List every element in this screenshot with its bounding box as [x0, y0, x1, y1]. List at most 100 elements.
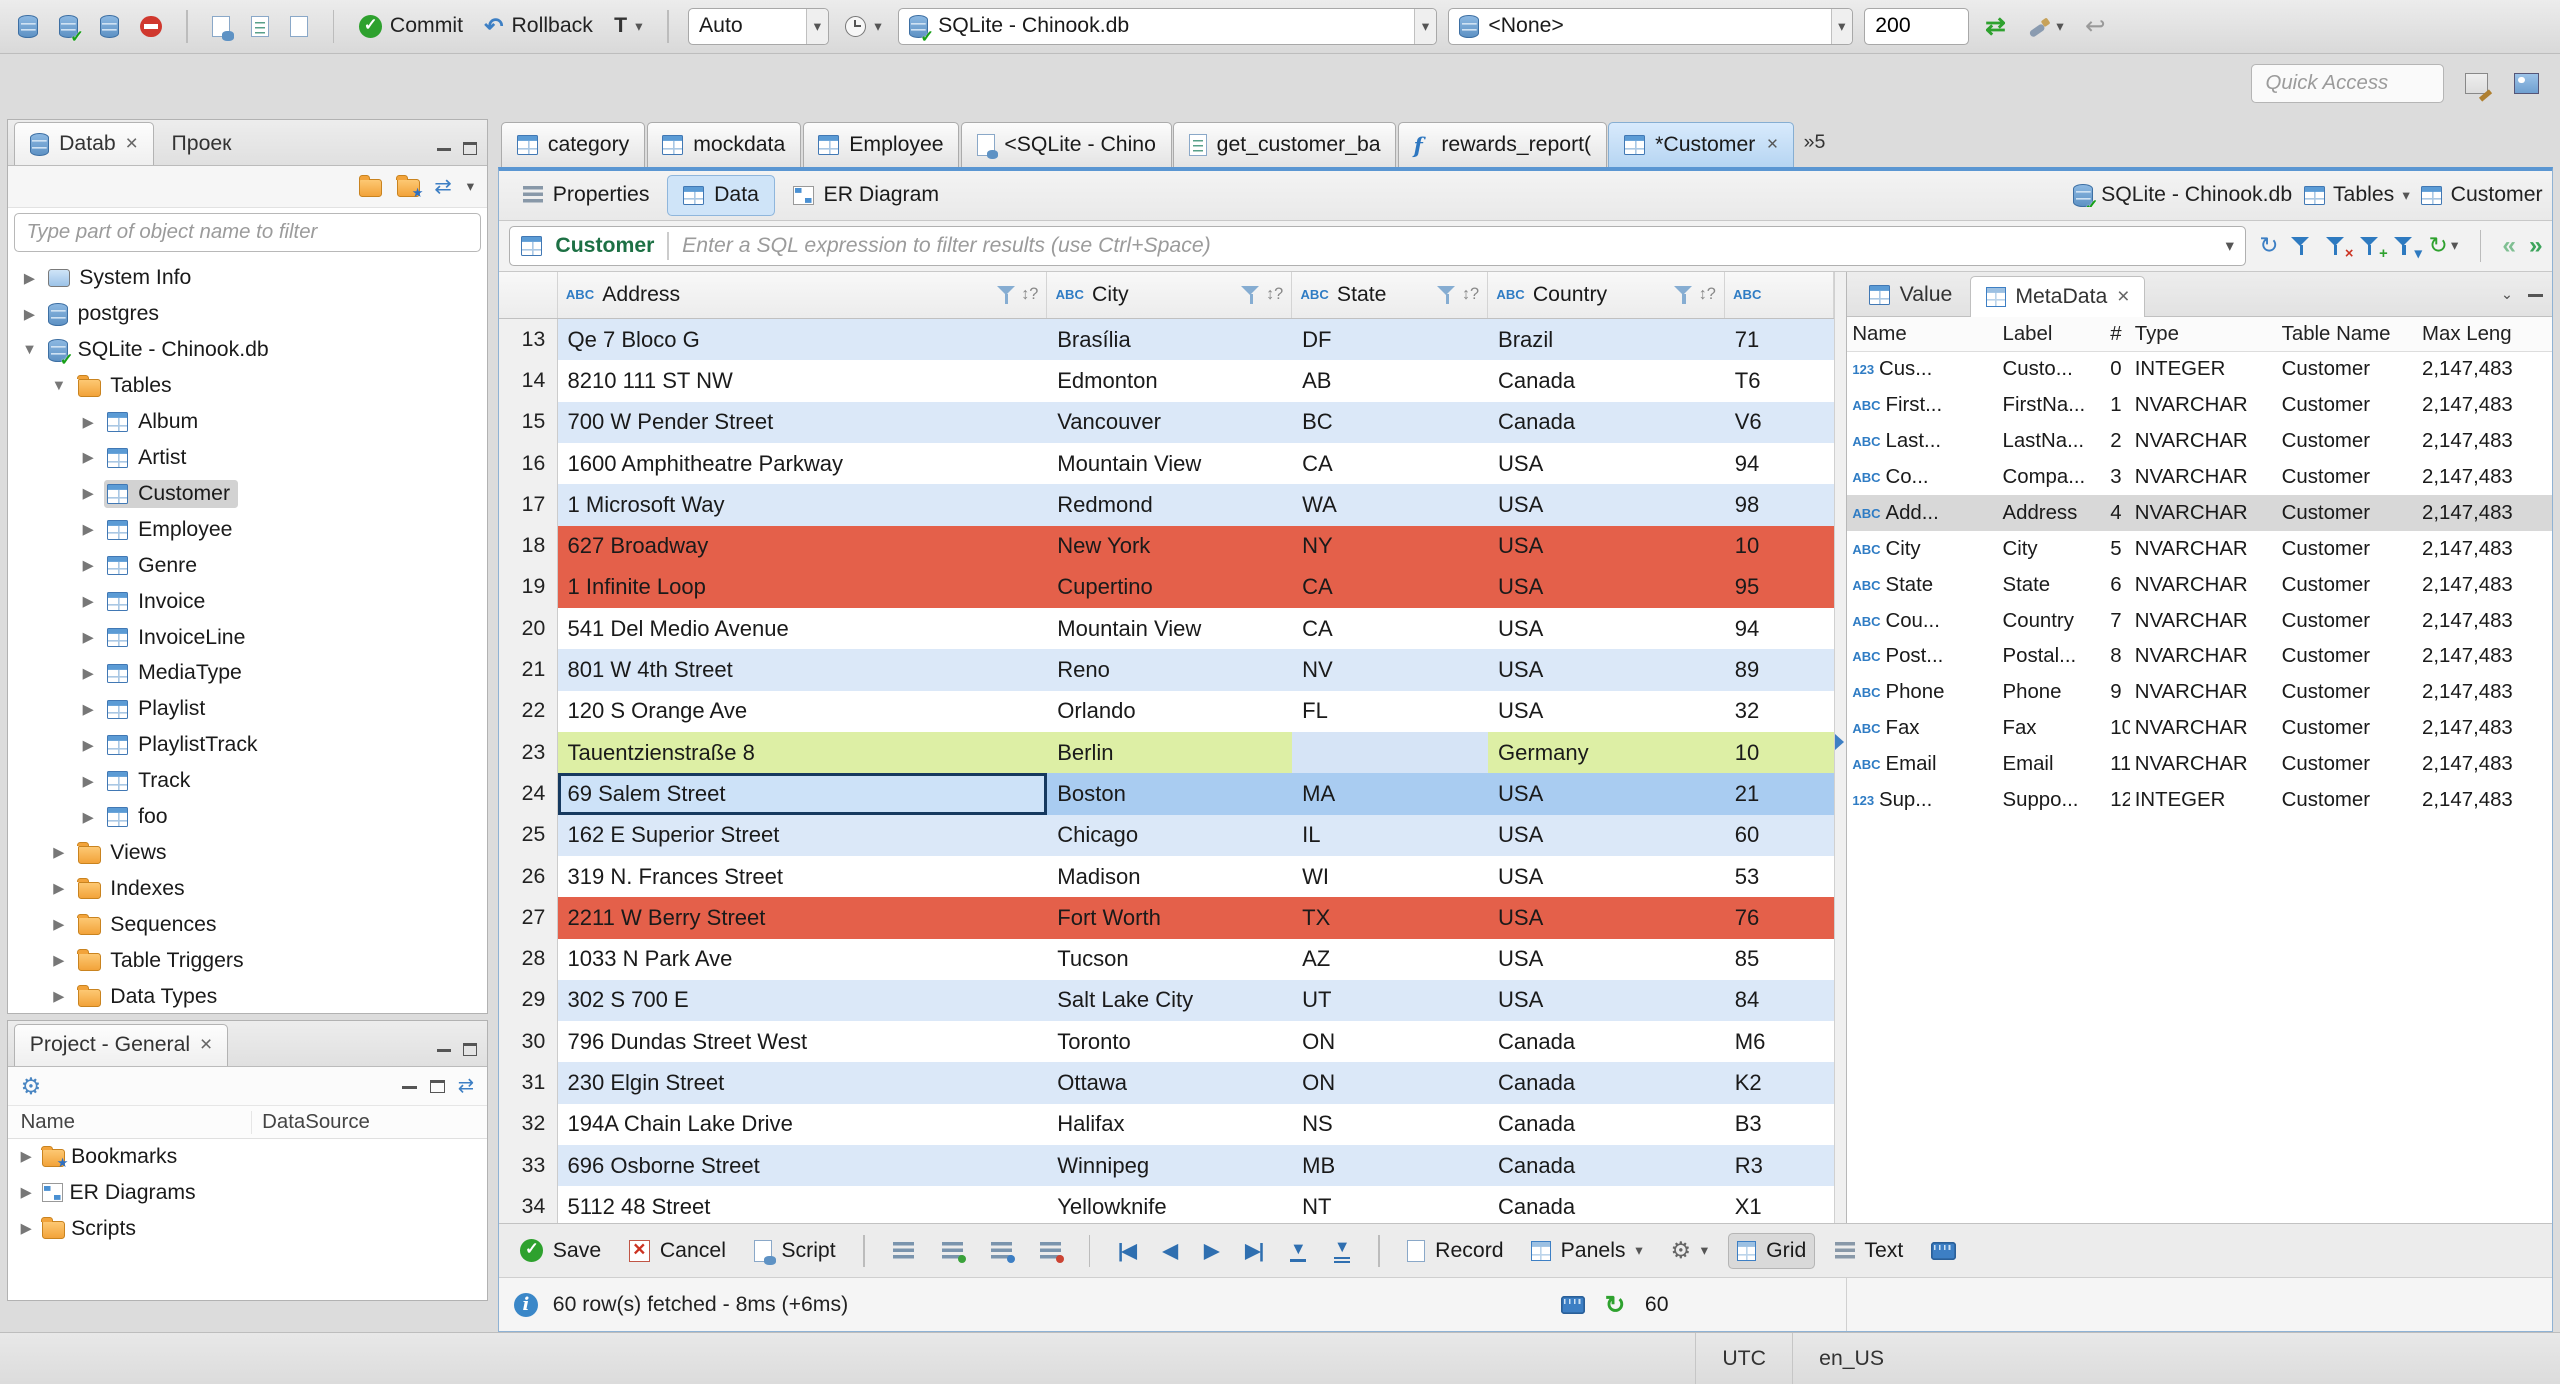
cell-state[interactable]: NY [1292, 525, 1489, 567]
cell-address[interactable]: 230 Elgin Street [557, 1062, 1048, 1104]
table-row[interactable]: 24 69 Salem Street Boston MA USA 21 [498, 773, 1835, 815]
cell-country[interactable]: USA [1488, 566, 1725, 609]
cell-city[interactable]: Ottawa [1047, 1062, 1293, 1104]
cell-state[interactable]: NT [1292, 1186, 1489, 1224]
cell-address[interactable]: Tauentzienstraße 8 [557, 732, 1048, 774]
cell-state[interactable]: BC [1292, 401, 1489, 443]
table-row[interactable]: 19 1 Infinite Loop Cupertino CA USA 95 [498, 566, 1835, 609]
cell-state[interactable]: FL [1292, 690, 1489, 733]
cell-postalcode[interactable]: 71 [1724, 319, 1835, 361]
table-row[interactable]: 25 162 E Superior Street Chicago IL USA … [498, 814, 1835, 856]
custom-filter-icon[interactable]: ▾ [2394, 235, 2422, 261]
grid-view-toggle[interactable]: Grid [1727, 1233, 1816, 1269]
metadata-row[interactable]: ABC Phone Phone 9 NVARCHAR Customer 2,14… [1847, 675, 2552, 711]
cell-country[interactable]: USA [1488, 897, 1725, 939]
editor-tab[interactable]: <SQLite - Chino [960, 122, 1172, 167]
cell-country[interactable]: Canada [1488, 401, 1725, 443]
cell-state[interactable]: ON [1292, 1062, 1489, 1104]
tree-item[interactable]: ▶ Playlist [8, 691, 488, 727]
tab-er-diagram[interactable]: ER Diagram [778, 175, 954, 216]
first-row-button[interactable]: |◀ [1110, 1234, 1144, 1268]
expand-arrow-icon[interactable]: ▶ [21, 306, 39, 323]
expand-arrow-icon[interactable]: ▶ [50, 880, 68, 897]
cell-postalcode[interactable]: 60 [1724, 814, 1835, 856]
table-row[interactable]: 22 120 S Orange Ave Orlando FL USA 32 [498, 690, 1835, 733]
cell-city[interactable]: Vancouver [1047, 401, 1293, 443]
cell-address[interactable]: 302 S 700 E [557, 979, 1048, 1022]
row-number[interactable]: 23 [498, 732, 558, 774]
tab-properties[interactable]: Properties [509, 175, 664, 216]
edit-value-button[interactable] [885, 1237, 923, 1265]
remove-filter-icon[interactable]: × [2325, 235, 2353, 261]
cell-postalcode[interactable]: 10 [1724, 525, 1835, 567]
last-row-button[interactable]: ▶| [1237, 1234, 1271, 1268]
cell-country[interactable]: Canada [1488, 360, 1725, 402]
tree-item[interactable]: ▼ Tables [8, 368, 488, 404]
cell-address[interactable]: 8210 111 ST NW [557, 360, 1048, 402]
cell-postalcode[interactable]: 76 [1724, 897, 1835, 939]
metadata-row[interactable]: ABC Last... LastNa... 2 NVARCHAR Custome… [1847, 424, 2552, 460]
expand-arrow-icon[interactable]: ▶ [79, 665, 97, 682]
cell-country[interactable]: USA [1488, 608, 1725, 650]
breadcrumb-connection[interactable]: SQLite - Chinook.db [2073, 183, 2292, 207]
tree-item[interactable]: ▶ Genre [8, 548, 488, 584]
hidden-tabs-indicator[interactable]: »5 [1804, 131, 1826, 154]
row-number[interactable]: 22 [498, 690, 558, 733]
disconnect-button[interactable] [135, 13, 166, 41]
project-item[interactable]: ▶ ER Diagrams [8, 1175, 488, 1211]
cell-state[interactable]: AB [1292, 360, 1489, 402]
table-row[interactable]: 15 700 W Pender Street Vancouver BC Cana… [498, 401, 1835, 443]
cell-country[interactable]: Canada [1488, 1103, 1725, 1145]
refresh-icon[interactable]: ↻ [1605, 1290, 1626, 1320]
table-row[interactable]: 21 801 W 4th Street Reno NV USA 89 [498, 649, 1835, 691]
column-header-state[interactable]: ABC State ↕? [1292, 271, 1489, 319]
cell-city[interactable]: Halifax [1047, 1103, 1293, 1145]
expand-arrow-icon[interactable]: ▶ [79, 449, 97, 466]
cell-postalcode[interactable]: 95 [1724, 566, 1835, 609]
cell-postalcode[interactable]: 94 [1724, 442, 1835, 485]
tab-value[interactable]: Value [1854, 274, 1967, 316]
metadata-row[interactable]: 123 Cus... Custo... 0 INTEGER Customer 2… [1847, 352, 2552, 388]
minimize-icon[interactable] [436, 1047, 452, 1053]
header-type[interactable]: Type [2130, 323, 2277, 346]
gear-icon[interactable]: ⚙ [21, 1074, 41, 1098]
cell-city[interactable]: Brasília [1047, 319, 1293, 361]
tab-close-icon[interactable] [200, 1033, 212, 1057]
row-number[interactable]: 18 [498, 525, 558, 567]
cell-city[interactable]: Yellowknife [1047, 1186, 1293, 1224]
tree-item[interactable]: ▶ Customer [8, 476, 488, 512]
table-row[interactable]: 20 541 Del Medio Avenue Mountain View CA… [498, 608, 1835, 650]
row-number-header[interactable] [499, 271, 558, 319]
object-filter-input[interactable] [14, 213, 481, 253]
cell-state[interactable]: MA [1292, 773, 1489, 815]
table-row[interactable]: 18 627 Broadway New York NY USA 10 [498, 525, 1835, 567]
tree-item[interactable]: ▶ Sequences [8, 907, 488, 943]
table-row[interactable]: 33 696 Osborne Street Winnipeg MB Canada… [498, 1145, 1835, 1187]
tab-data[interactable]: Data [667, 174, 775, 216]
cell-address[interactable]: 69 Salem Street [557, 773, 1048, 815]
breadcrumb-entity[interactable]: Customer [2421, 183, 2543, 207]
cell-postalcode[interactable]: 32 [1724, 690, 1835, 733]
metadata-row[interactable]: ABC First... FirstNa... 1 NVARCHAR Custo… [1847, 388, 2552, 424]
editor-tab[interactable]: *Customer × [1608, 122, 1794, 167]
column-header-datasource[interactable]: DataSource [252, 1111, 370, 1134]
save-button[interactable]: Save [512, 1234, 609, 1268]
metadata-row[interactable]: 123 Sup... Suppo... 12 INTEGER Customer … [1847, 783, 2552, 819]
table-row[interactable]: 29 302 S 700 E Salt Lake City UT USA 84 [498, 979, 1835, 1022]
settings-dropdown[interactable]: ⚙ ▾ [1662, 1235, 1716, 1268]
cell-city[interactable]: Berlin [1047, 732, 1293, 774]
cell-state[interactable]: TX [1292, 897, 1489, 939]
row-number[interactable]: 29 [498, 979, 558, 1022]
tab-close-icon[interactable] [125, 132, 137, 156]
expand-arrow-icon[interactable]: ▶ [79, 485, 97, 502]
row-number[interactable]: 26 [498, 855, 558, 898]
metadata-row[interactable]: ABC State State 6 NVARCHAR Customer 2,14… [1847, 567, 2552, 603]
tree-item[interactable]: ▶ Employee [8, 512, 488, 548]
collapse-icon[interactable] [402, 1084, 417, 1089]
sort-indicator[interactable]: ↕? [1266, 285, 1283, 304]
table-row[interactable]: 17 1 Microsoft Way Redmond WA USA 98 [498, 484, 1835, 526]
tree-item[interactable]: ▶ InvoiceLine [8, 620, 488, 656]
header-name[interactable]: Name [1847, 323, 1997, 346]
cell-city[interactable]: Mountain View [1047, 442, 1293, 485]
metadata-row[interactable]: ABC Fax Fax 10 NVARCHAR Customer 2,147,4… [1847, 711, 2552, 747]
